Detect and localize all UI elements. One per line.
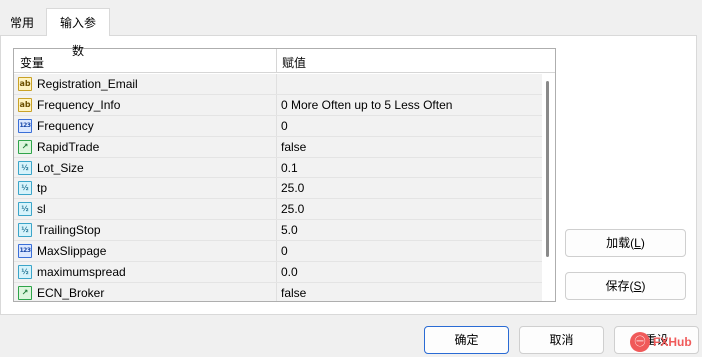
cell-separator [276, 282, 277, 301]
table-row[interactable]: ↗ ECN_Broker false [14, 282, 542, 301]
parameter-value[interactable]: 25.0 [281, 181, 304, 195]
parameters-grid: 变量 赋值 ab Registration_Email ab Frequency_In… [13, 48, 556, 302]
cell-separator [276, 157, 277, 178]
parameter-name: Lot_Size [37, 160, 84, 175]
parameter-name: Registration_Email [37, 77, 138, 91]
watermark-text: FXHub [653, 335, 692, 349]
integer-type-icon: 123 [18, 118, 32, 133]
cell-separator [276, 178, 277, 199]
table-row[interactable]: ½ Lot_Size 0.1 [14, 157, 542, 179]
parameter-value[interactable]: 0.0 [281, 265, 298, 279]
string-type-icon: ab [18, 77, 32, 91]
tab-bar: 常用 输入参数 [0, 0, 702, 58]
vertical-scrollbar[interactable] [545, 75, 551, 301]
double-type-icon: ½ [18, 202, 32, 217]
table-row[interactable]: ab Registration_Email [14, 74, 542, 95]
double-type-icon: ½ [18, 181, 32, 196]
double-type-icon: ½ [18, 265, 32, 280]
save-button-accel: S [633, 279, 642, 293]
parameter-name: ECN_Broker [37, 285, 105, 300]
parameter-value[interactable]: 0 [281, 244, 288, 258]
cell-separator [276, 115, 277, 136]
ok-button-label: 确定 [454, 333, 479, 347]
table-row[interactable]: ½ sl 25.0 [14, 199, 542, 221]
table-row[interactable]: ½ maximumspread 0.0 [14, 262, 542, 283]
cell-separator [276, 74, 277, 94]
column-header-value[interactable]: 赋值 [282, 54, 306, 71]
parameter-name: maximumspread [37, 265, 126, 280]
parameter-value[interactable]: 0 More Often up to 5 Less Often [281, 98, 452, 112]
watermark: ㊀ FXHub [630, 330, 702, 354]
cancel-button[interactable]: 取消 [519, 326, 604, 354]
column-separator[interactable] [276, 49, 277, 73]
boolean-type-icon: ↗ [18, 285, 32, 300]
parameter-value[interactable]: false [281, 140, 306, 154]
boolean-type-icon: ↗ [18, 139, 32, 154]
grid-rows: ab Registration_Email ab Frequency_Info 0 Mo… [14, 74, 542, 301]
parameter-value[interactable]: 5.0 [281, 223, 298, 237]
cell-separator [276, 199, 277, 220]
tab-inputs[interactable]: 输入参数 [46, 8, 110, 58]
ok-button[interactable]: 确定 [424, 326, 509, 354]
parameter-name: Frequency [37, 118, 94, 133]
watermark-logo-icon: ㊀ [630, 332, 650, 352]
parameter-value[interactable]: 0.1 [281, 161, 298, 175]
parameter-name: sl [37, 202, 46, 217]
column-header-variable[interactable]: 变量 [20, 54, 44, 71]
load-button-accel: L [634, 236, 641, 250]
cell-separator [276, 94, 277, 115]
grid-header: 变量 赋值 [14, 49, 555, 73]
parameter-name: tp [37, 181, 48, 196]
table-row[interactable]: ab Frequency_Info 0 More Often up to 5 Les… [14, 94, 542, 116]
double-type-icon: ½ [18, 160, 32, 175]
load-button-label-end: ) [640, 236, 645, 250]
parameter-name: Frequency_Info [37, 97, 121, 112]
parameter-name: RapidTrade [37, 139, 100, 154]
parameter-value[interactable]: 0 [281, 119, 288, 133]
table-row[interactable]: 123 MaxSlippage 0 [14, 241, 542, 263]
scrollbar-thumb[interactable] [546, 81, 549, 257]
cancel-button-label: 取消 [549, 333, 574, 347]
integer-type-icon: 123 [18, 244, 32, 259]
parameter-name: TrailingStop [37, 223, 101, 238]
table-row[interactable]: ½ tp 25.0 [14, 178, 542, 200]
save-button-label: 保存( [605, 279, 634, 293]
cell-separator [276, 220, 277, 241]
table-row[interactable]: 123 Frequency 0 [14, 115, 542, 137]
parameter-value[interactable]: false [281, 286, 306, 300]
double-type-icon: ½ [18, 223, 32, 238]
load-button[interactable]: 加载(L) [565, 229, 686, 257]
cell-separator [276, 241, 277, 262]
table-row[interactable]: ↗ RapidTrade false [14, 136, 542, 158]
table-row[interactable]: ½ TrailingStop 5.0 [14, 220, 542, 242]
string-type-icon: ab [18, 97, 32, 112]
save-button[interactable]: 保存(S) [565, 272, 686, 300]
cell-separator [276, 136, 277, 157]
parameter-name: MaxSlippage [37, 244, 107, 259]
load-button-label: 加载( [606, 236, 635, 250]
cell-separator [276, 262, 277, 282]
tab-common[interactable]: 常用 [2, 11, 42, 35]
save-button-label-end: ) [641, 279, 646, 293]
parameter-value[interactable]: 25.0 [281, 202, 304, 216]
